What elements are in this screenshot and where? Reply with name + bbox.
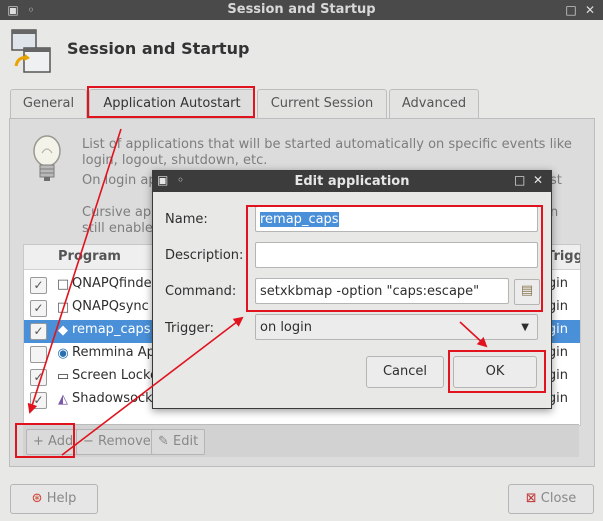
arrow-to-ok [459, 321, 488, 348]
annotation-arrows [27, 128, 488, 456]
arrow-add-to-fields [61, 316, 244, 456]
arrow-tab-to-add [27, 128, 122, 414]
